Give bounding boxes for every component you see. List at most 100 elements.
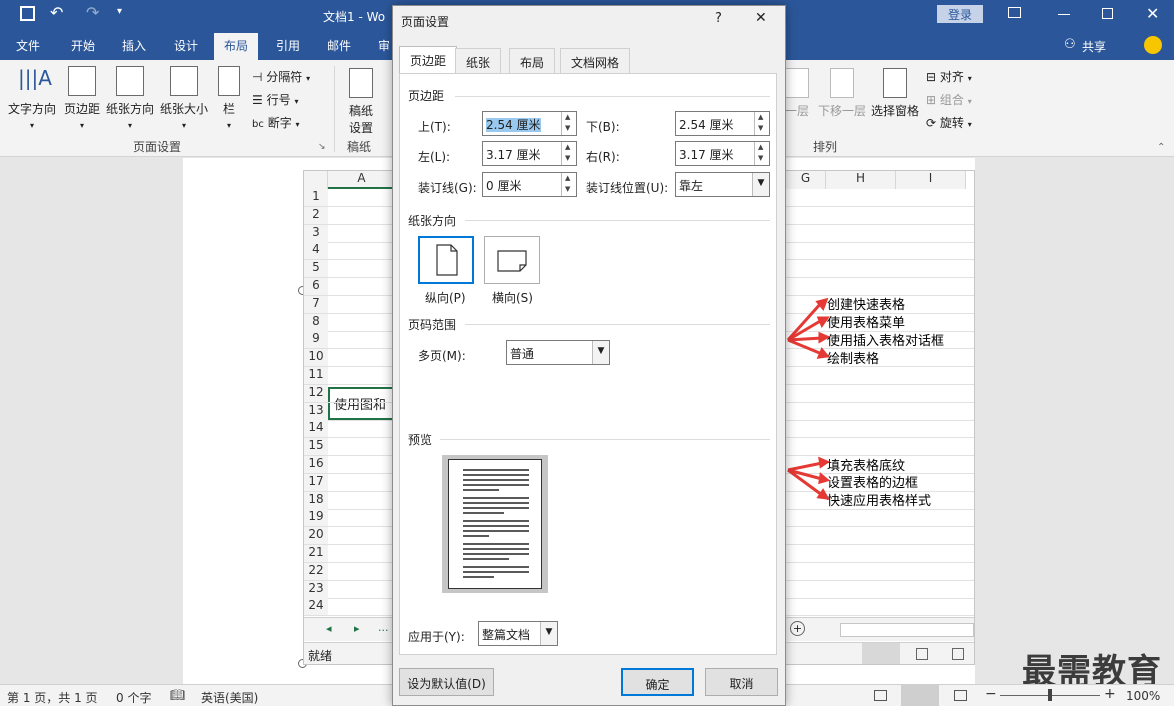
print-layout-icon[interactable] — [901, 685, 939, 706]
row-header[interactable]: 6 — [304, 278, 328, 296]
left-margin-spinner[interactable] — [561, 142, 576, 165]
set-default-button[interactable]: 设为默认值(D) — [399, 668, 494, 696]
page-break-view-icon[interactable] — [952, 648, 964, 660]
row-header[interactable]: 7 — [304, 295, 328, 314]
hyphenation-button[interactable]: bc 断字 ▾ — [252, 114, 300, 131]
bottom-margin-input[interactable]: 2.54 厘米 — [675, 111, 770, 136]
column-header-h[interactable]: H — [826, 171, 896, 189]
row-header[interactable]: 15 — [304, 438, 328, 457]
tab-mailings[interactable]: 邮件 — [327, 37, 351, 54]
dialog-close-button[interactable]: ✕ — [755, 10, 767, 26]
landscape-option[interactable] — [484, 236, 540, 284]
right-margin-input[interactable]: 3.17 厘米 — [675, 141, 770, 166]
row-header[interactable]: 11 — [304, 367, 328, 385]
line-numbers-button[interactable]: ☰ 行号 ▾ — [252, 91, 298, 108]
draft-settings-button[interactable]: 稿纸 设置 — [342, 68, 380, 136]
proofing-icon[interactable]: 📖︎ — [170, 688, 185, 702]
columns-button[interactable]: 栏 ▾ — [215, 66, 243, 131]
rotate-button[interactable]: ⟳ 旋转 ▾ — [926, 114, 972, 131]
right-margin-spinner[interactable] — [754, 142, 769, 165]
tab-file[interactable]: 文件 — [16, 37, 40, 54]
row-header[interactable]: 21 — [304, 545, 328, 563]
help-button[interactable]: ? — [715, 11, 722, 26]
undo-icon[interactable]: ↶ — [50, 3, 63, 22]
gutter-position-select[interactable]: 靠左 ▼ — [675, 172, 770, 197]
quick-access-dropdown-icon[interactable]: ▾ — [117, 6, 122, 17]
page-layout-view-icon[interactable] — [916, 648, 928, 660]
row-header[interactable]: 23 — [304, 580, 328, 599]
tab-document-grid[interactable]: 文档网格 — [560, 48, 631, 73]
row-header[interactable]: 2 — [304, 206, 328, 225]
row-header[interactable]: 20 — [304, 527, 328, 546]
row-header[interactable]: 13 — [304, 402, 328, 421]
text-direction-button[interactable]: |||A 文字方向 ▾ — [6, 66, 58, 131]
margins-button[interactable]: 页边距 ▾ — [62, 66, 102, 131]
smiley-icon[interactable] — [1144, 36, 1162, 54]
gutter-input[interactable]: 0 厘米 — [482, 172, 577, 197]
row-header[interactable]: 18 — [304, 491, 328, 510]
column-header-i[interactable]: I — [896, 171, 966, 189]
row-header[interactable]: 17 — [304, 473, 328, 492]
read-mode-icon[interactable] — [874, 690, 887, 701]
tab-paper[interactable]: 纸张 — [455, 48, 502, 73]
sheet-next-icon[interactable]: ▸ — [354, 622, 360, 635]
row-header[interactable]: 12 — [304, 384, 328, 403]
tab-design[interactable]: 设计 — [174, 37, 198, 54]
user-icon[interactable]: ⚇ — [1064, 37, 1076, 52]
language[interactable]: 英语(美国) — [201, 689, 258, 706]
align-button[interactable]: ⊟ 对齐 ▾ — [926, 68, 972, 85]
multiple-pages-select[interactable]: 普通 ▼ — [506, 340, 610, 365]
collapse-ribbon-icon[interactable]: ⌃ — [1157, 142, 1165, 153]
sheet-more-icon[interactable]: ... — [378, 621, 389, 634]
row-header[interactable]: 16 — [304, 456, 328, 474]
maximize-icon[interactable] — [1102, 8, 1113, 19]
portrait-label[interactable]: 纵向(P) — [425, 289, 466, 306]
row-header[interactable]: 10 — [304, 349, 328, 368]
zoom-out-icon[interactable]: − — [985, 686, 997, 702]
portrait-option[interactable] — [418, 236, 474, 284]
word-count[interactable]: 0 个字 — [116, 689, 151, 706]
ribbon-display-icon[interactable] — [1008, 7, 1021, 18]
left-margin-input[interactable]: 3.17 厘米 — [482, 141, 577, 166]
row-header[interactable]: 5 — [304, 260, 328, 279]
zoom-level[interactable]: 100% — [1126, 689, 1160, 703]
select-all-corner[interactable] — [304, 171, 328, 189]
normal-view-icon[interactable] — [862, 643, 900, 664]
breaks-button[interactable]: ⊣ 分隔符 ▾ — [252, 68, 310, 85]
row-header[interactable]: 14 — [304, 420, 328, 439]
page-setup-launcher-icon[interactable]: ↘ — [318, 142, 326, 152]
top-margin-spinner[interactable] — [561, 112, 576, 135]
orientation-button[interactable]: 纸张方向 ▾ — [104, 66, 156, 131]
tab-layout[interactable]: 布局 — [214, 33, 259, 60]
column-header-a[interactable]: A — [328, 171, 396, 189]
column-header-g[interactable]: G — [786, 171, 826, 189]
zoom-thumb[interactable] — [1048, 689, 1052, 701]
size-button[interactable]: 纸张大小 ▾ — [158, 66, 210, 131]
login-button[interactable]: 登录 — [937, 5, 983, 23]
bottom-margin-spinner[interactable] — [754, 112, 769, 135]
page-count[interactable]: 第 1 页，共 1 页 — [7, 689, 98, 706]
web-layout-icon[interactable] — [954, 690, 967, 701]
tab-insert[interactable]: 插入 — [122, 37, 146, 54]
ok-button[interactable]: 确定 — [621, 668, 694, 696]
share-button[interactable]: 共享 — [1082, 38, 1106, 55]
row-header[interactable]: 1 — [304, 189, 328, 207]
row-header[interactable]: 8 — [304, 313, 328, 332]
redo-icon[interactable]: ↷ — [86, 3, 99, 22]
zoom-in-icon[interactable]: + — [1104, 686, 1116, 702]
row-header[interactable]: 9 — [304, 331, 328, 350]
row-header[interactable]: 24 — [304, 598, 328, 617]
tab-references[interactable]: 引用 — [276, 37, 300, 54]
gutter-spinner[interactable] — [561, 173, 576, 196]
selected-cell[interactable]: 使用图和 — [328, 387, 398, 420]
tab-layout-dialog[interactable]: 布局 — [509, 48, 556, 73]
close-window-icon[interactable]: ✕ — [1146, 4, 1159, 23]
tab-home[interactable]: 开始 — [71, 37, 95, 54]
minimize-icon[interactable] — [1058, 14, 1070, 15]
landscape-label[interactable]: 横向(S) — [492, 289, 533, 306]
tab-review[interactable]: 审 — [378, 37, 390, 54]
add-sheet-icon[interactable]: + — [790, 621, 805, 636]
cancel-button[interactable]: 取消 — [705, 668, 778, 696]
horizontal-scrollbar[interactable] — [840, 623, 974, 637]
row-header[interactable]: 19 — [304, 509, 328, 528]
